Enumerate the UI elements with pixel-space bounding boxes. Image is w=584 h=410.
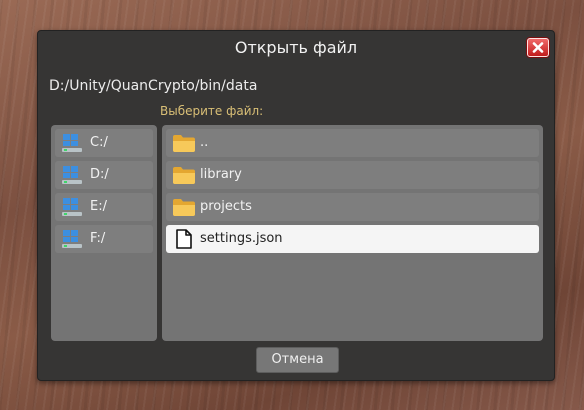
- drive-item-e[interactable]: E:/: [55, 193, 153, 221]
- file-item-parent[interactable]: ..: [166, 129, 539, 157]
- drive-label: E:/: [90, 199, 107, 214]
- cancel-button[interactable]: Отмена: [256, 347, 339, 373]
- file-item-library[interactable]: library: [166, 161, 539, 189]
- drive-item-c[interactable]: C:/: [55, 129, 153, 157]
- file-item-settings-json[interactable]: settings.json: [166, 225, 539, 253]
- open-file-dialog: Открыть файл D:/Unity/QuanCrypto/bin/dat…: [37, 30, 555, 381]
- drive-icon: [62, 198, 82, 216]
- drive-item-d[interactable]: D:/: [55, 161, 153, 189]
- drive-label: D:/: [90, 167, 109, 182]
- current-path: D:/Unity/QuanCrypto/bin/data: [49, 78, 258, 94]
- file-label: settings.json: [200, 231, 283, 246]
- drive-label: F:/: [90, 231, 106, 246]
- select-file-label: Выберите файл:: [160, 104, 264, 118]
- drive-icon: [62, 230, 82, 248]
- file-icon: [176, 229, 192, 249]
- folder-icon: [173, 135, 195, 152]
- drive-item-f[interactable]: F:/: [55, 225, 153, 253]
- file-label: projects: [200, 199, 252, 214]
- drives-panel: C:/ D:/ E:/ F:/: [51, 125, 157, 341]
- file-item-projects[interactable]: projects: [166, 193, 539, 221]
- file-label: library: [200, 167, 242, 182]
- close-button[interactable]: [527, 38, 549, 57]
- drive-icon: [62, 134, 82, 152]
- drive-icon: [62, 166, 82, 184]
- file-label: ..: [200, 135, 209, 150]
- folder-icon: [173, 199, 195, 216]
- dialog-title: Открыть файл: [234, 38, 358, 57]
- folder-icon: [173, 167, 195, 184]
- drive-label: C:/: [90, 135, 108, 150]
- close-icon: [532, 42, 544, 53]
- files-panel: .. library projects settings.json: [162, 125, 543, 341]
